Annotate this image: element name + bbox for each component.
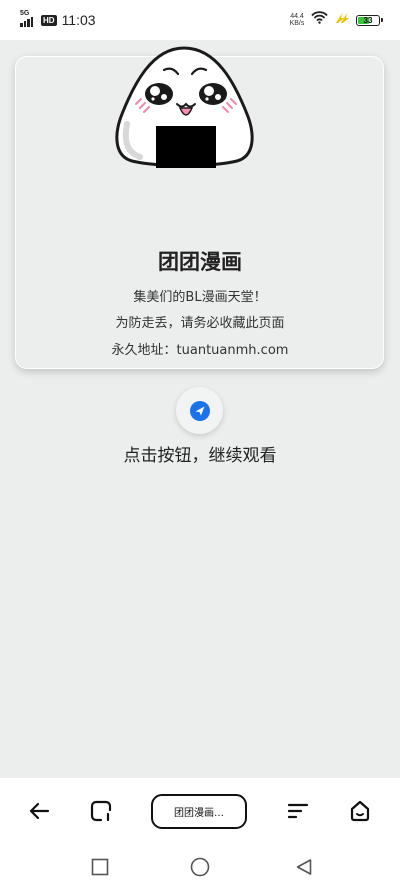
status-time: 11:03	[61, 12, 96, 28]
browser-toolbar: 团团漫画…	[0, 778, 400, 842]
back-nav-button[interactable]	[294, 857, 314, 877]
menu-button[interactable]	[285, 798, 311, 824]
network-speed: 44.4 KB/s	[289, 13, 305, 27]
square-icon	[91, 858, 109, 876]
bookmark-hint: 为防走丢，请务必收藏此页面	[115, 316, 285, 331]
home-button[interactable]	[347, 798, 373, 824]
status-right: 44.4 KB/s 33	[289, 11, 383, 29]
back-button[interactable]	[26, 798, 52, 824]
onigiri-mascot-icon	[115, 46, 254, 168]
triangle-back-icon	[296, 859, 312, 875]
tabs-icon	[90, 800, 112, 822]
charging-icon	[334, 11, 350, 29]
arrow-left-icon	[29, 802, 50, 820]
home-nav-button[interactable]	[190, 857, 210, 877]
tagline: 集美们的BL漫画天堂！	[133, 290, 267, 305]
system-nav-bar	[0, 842, 400, 891]
battery-icon: 33	[356, 14, 383, 26]
continue-button[interactable]	[176, 387, 223, 434]
continue-caption: 点击按钮，继续观看	[123, 446, 277, 466]
status-left: 5G HD 11:03	[20, 10, 96, 28]
wifi-icon	[311, 11, 328, 29]
network-type: 5G	[20, 10, 30, 17]
permanent-address: 永久地址：tuantuanmh.com	[111, 343, 289, 358]
home-icon	[350, 800, 370, 822]
status-bar: 5G HD 11:03 44.4 KB/s 33	[0, 0, 400, 40]
recent-apps-button[interactable]	[90, 857, 110, 877]
hd-badge: HD	[41, 14, 57, 26]
menu-icon	[287, 803, 309, 819]
current-tab-title[interactable]: 团团漫画…	[151, 794, 247, 829]
battery-level: 33	[363, 15, 373, 25]
circle-icon	[190, 857, 210, 877]
signal-icon: 5G	[20, 10, 36, 27]
send-icon	[189, 400, 210, 421]
site-title: 团团漫画	[158, 250, 242, 274]
tabs-button[interactable]	[88, 798, 114, 824]
